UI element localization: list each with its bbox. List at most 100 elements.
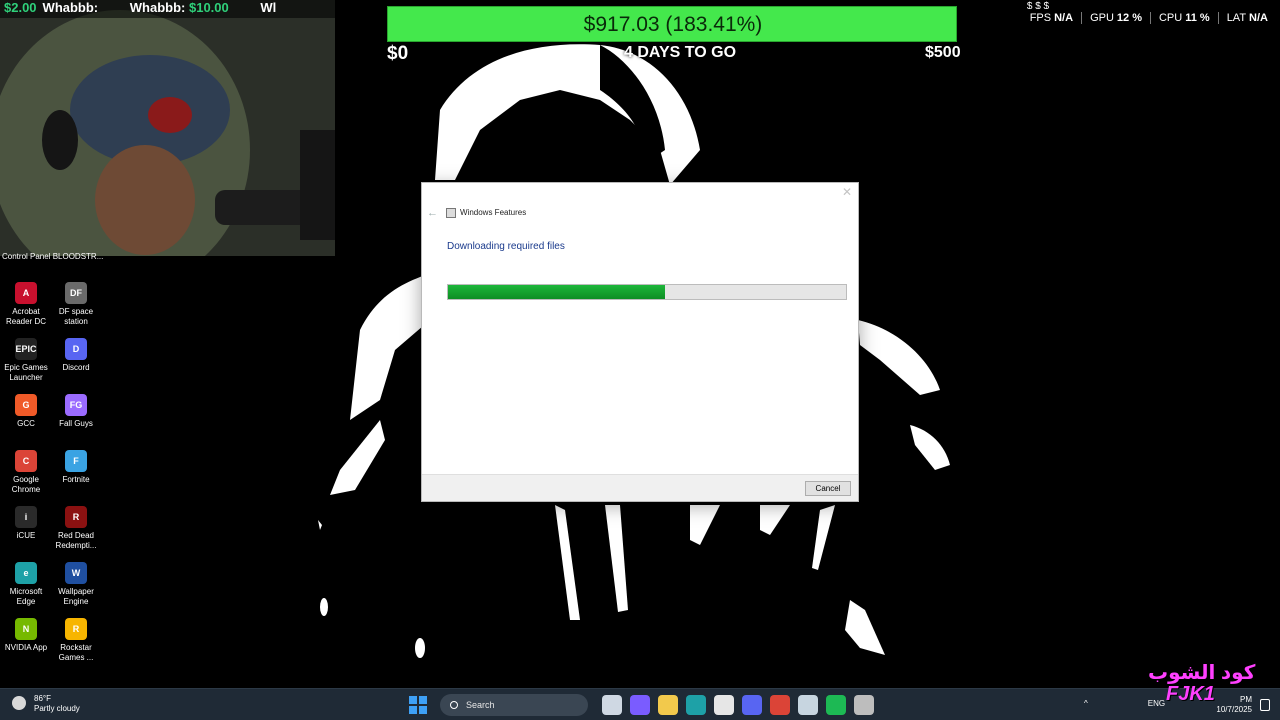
perf-gpu: GPU 12 % [1082, 12, 1151, 24]
df-icon: DF [65, 282, 87, 304]
progress-fill [448, 285, 665, 299]
chevron-up-icon[interactable]: ^ [1084, 699, 1088, 708]
perf-value: 12 % [1116, 12, 1142, 24]
perf-value: N/A [1249, 12, 1268, 24]
perf-value: 11 % [1185, 12, 1210, 24]
desktop-icon-label: Epic Games Launcher [4, 363, 48, 382]
desktop-icon-label: DF space station [58, 307, 94, 326]
taskbar-search[interactable]: Search [440, 694, 588, 716]
notification-icon[interactable] [1260, 699, 1270, 711]
desktop-icon-label: Fortnite [62, 475, 90, 484]
desktop-icon-label: GCC [17, 419, 35, 428]
chrome-taskbar-icon[interactable] [770, 695, 790, 715]
weather-temp: 86°F [34, 694, 51, 703]
goal-min-label: $0 [387, 43, 409, 64]
desktop-icon-nvidia[interactable]: N NVIDIA App [0, 618, 52, 653]
fortnite-icon: F [65, 450, 87, 472]
taskbar: 86°F Partly cloudy Search ^ ENG PM 10/7/… [0, 688, 1280, 720]
taskbar-clock[interactable]: PM 10/7/2025 [1216, 695, 1252, 715]
goal-progress-text: $917.03 (183.41%) [583, 13, 763, 36]
desktop-icon-label: Google Chrome [11, 475, 41, 494]
acrobat-icon: A [15, 282, 37, 304]
back-arrow-icon[interactable]: ← [427, 207, 438, 219]
desktop-icon-label: Discord [62, 363, 90, 372]
discord-icon: D [65, 338, 87, 360]
discord-taskbar-icon[interactable] [742, 695, 762, 715]
close-icon[interactable]: ✕ [842, 185, 852, 199]
start-button[interactable] [408, 695, 428, 715]
download-progress-bar [447, 284, 847, 300]
perf-cpu: CPU 11 % [1151, 12, 1219, 24]
system-tray: ^ ENG [1084, 699, 1165, 708]
desktop-icon-discord[interactable]: D Discord [50, 338, 102, 373]
rockstar-icon: R [65, 618, 87, 640]
desktop-icon-edge[interactable]: e Microsoft Edge [0, 562, 52, 607]
chrome-icon: C [15, 450, 37, 472]
donation-goal-bar: $ $ $ $917.03 (183.41%) [387, 1, 1049, 42]
epic-icon: EPIC [15, 338, 37, 360]
nvidia-icon: N [15, 618, 37, 640]
streamer-image [0, 0, 335, 256]
desktop-icon-acrobat[interactable]: A Acrobat Reader DC [0, 282, 52, 327]
dialog-footer: Cancel [422, 474, 858, 501]
windows-features-dialog: ✕ ← Windows Features Downloading require… [421, 182, 859, 502]
file-explorer-icon[interactable] [658, 695, 678, 715]
weather-desc: Partly cloudy [34, 704, 80, 713]
ticker-user: Wl [260, 0, 277, 15]
search-icon [450, 701, 458, 709]
dialog-title: Windows Features [460, 208, 527, 217]
desktop-icon-label: iCUE [16, 531, 36, 540]
edge-icon: e [15, 562, 37, 584]
performance-overlay: FPS N/A GPU 12 % CPU 11 % LAT N/A [1022, 12, 1268, 24]
dialog-heading: Downloading required files [447, 241, 565, 252]
donation-ticker: $2.00 Whabbb: Whabbb: $10.00 Wl [0, 0, 335, 18]
windows-features-taskbar-icon[interactable] [854, 695, 874, 715]
search-placeholder: Search [466, 700, 495, 710]
task-view-icon[interactable] [602, 695, 622, 715]
clock-time: PM [1240, 695, 1252, 704]
desktop-icon-epic[interactable]: EPIC Epic Games Launcher [0, 338, 52, 383]
clock-date: 10/7/2025 [1216, 705, 1252, 714]
desktop-icon-chrome[interactable]: C Google Chrome [0, 450, 52, 495]
gcc-icon: G [15, 394, 37, 416]
goal-max-label: $500 [925, 44, 961, 61]
desktop-icon-fortnite[interactable]: F Fortnite [50, 450, 102, 485]
cancel-button[interactable]: Cancel [805, 481, 851, 496]
perf-label: LAT [1226, 12, 1247, 24]
fallguys-icon: FG [65, 394, 87, 416]
desktop-icon-label: Red Dead Redempti... [55, 531, 97, 550]
desktop-icon-fallguys[interactable]: FG Fall Guys [50, 394, 102, 429]
steam-icon[interactable] [798, 695, 818, 715]
copilot-icon[interactable] [630, 695, 650, 715]
start-logo-tile [409, 696, 417, 704]
language-indicator[interactable]: ENG [1148, 699, 1165, 708]
start-logo-tile [409, 706, 417, 714]
goal-top-text: $ $ $ [1026, 1, 1050, 9]
start-logo-tile [419, 696, 427, 704]
desktop-icon-label: Microsoft Edge [9, 587, 43, 606]
store-icon[interactable] [714, 695, 734, 715]
desktop-icon-gcc[interactable]: G GCC [0, 394, 52, 429]
desktop-icon-wallpaper-engine[interactable]: W Wallpaper Engine [50, 562, 102, 607]
desktop-icon-label: Wallpaper Engine [58, 587, 94, 606]
edge-taskbar-icon[interactable] [686, 695, 706, 715]
spotify-icon[interactable] [826, 695, 846, 715]
desktop-icon-control-panel-label[interactable]: Control Panel BLOODSTR... [2, 252, 103, 261]
ticker-amount: $2.00 [4, 0, 37, 15]
desktop-icon-df[interactable]: DF DF space station [50, 282, 102, 327]
webcam-feed: $2.00 Whabbb: Whabbb: $10.00 Wl [0, 0, 335, 256]
weather-widget[interactable]: 86°F Partly cloudy [12, 694, 80, 714]
wallpaper-engine-icon: W [65, 562, 87, 584]
desktop-icon-label: Fall Guys [59, 419, 93, 428]
desktop-icon-rdr[interactable]: R Red Dead Redempti... [50, 506, 102, 551]
rdr-icon: R [65, 506, 87, 528]
perf-label: CPU [1158, 12, 1183, 24]
desktop-icon-icue[interactable]: i iCUE [0, 506, 52, 541]
desktop-icon-label: Rockstar Games ... [58, 643, 94, 662]
perf-label: GPU [1090, 12, 1114, 24]
desktop-icon-rockstar[interactable]: R Rockstar Games ... [50, 618, 102, 663]
weather-cloud-icon [12, 696, 26, 710]
start-logo-tile [419, 706, 427, 714]
perf-value: N/A [1054, 12, 1074, 24]
ticker-user: Whabbb: [42, 0, 99, 15]
